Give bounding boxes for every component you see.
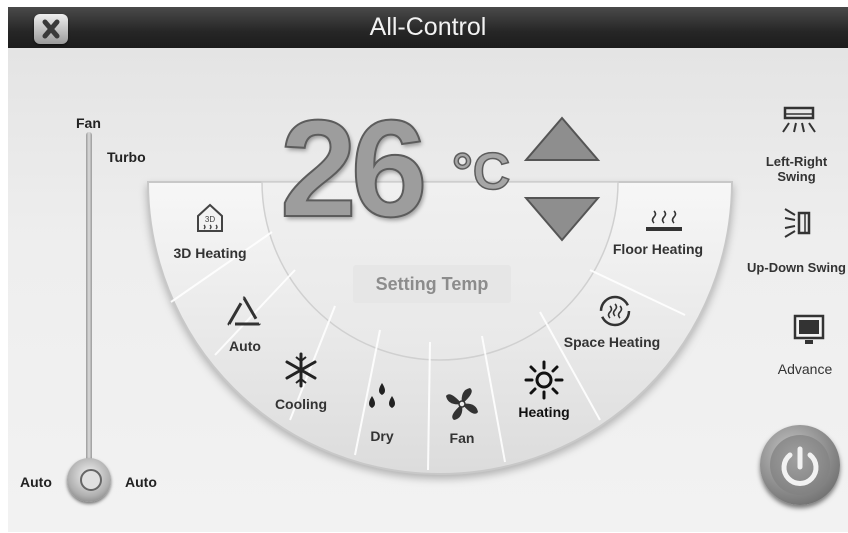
temperature-unit: °C	[451, 143, 511, 201]
mode-heating[interactable]: Heating	[506, 360, 582, 426]
fan-slider-track[interactable]	[86, 132, 92, 468]
left-right-swing-icon	[782, 106, 816, 133]
fan-icon	[446, 388, 478, 420]
floor-heating-icon	[646, 210, 682, 231]
left-right-swing-label: Left-Right Swing	[765, 154, 828, 184]
water-drops-icon	[369, 383, 395, 408]
fan-slider-left-label: Auto	[20, 474, 52, 490]
mode-space-heating-label: Space Heating	[563, 334, 661, 350]
3d-heating-icon: 3D	[197, 203, 223, 232]
mode-dry[interactable]: Dry	[352, 378, 412, 448]
mode-floor-heating[interactable]: Floor Heating	[608, 205, 708, 265]
temp-up-icon	[523, 116, 601, 161]
mode-floor-heating-label: Floor Heating	[612, 241, 704, 257]
temp-up-button[interactable]	[522, 115, 602, 165]
advance-button[interactable]: Advance	[755, 312, 848, 382]
mode-3d-heating[interactable]: 3D 3D Heating	[165, 198, 255, 268]
advance-label: Advance	[777, 361, 833, 377]
fan-slider-handle[interactable]	[67, 458, 111, 502]
power-icon	[781, 446, 819, 486]
svg-text:3D: 3D	[205, 215, 215, 224]
mode-3d-heating-label: 3D Heating	[173, 245, 247, 261]
mode-cooling[interactable]: Cooling	[266, 350, 336, 416]
temp-down-icon	[523, 197, 601, 242]
mode-heating-label: Heating	[518, 404, 570, 420]
fan-slider-top-label: Fan	[76, 115, 101, 131]
fan-slider-turbo-label: Turbo	[107, 149, 146, 165]
snowflake-icon	[285, 352, 317, 388]
mode-cooling-label: Cooling	[274, 396, 328, 412]
auto-mode-icon	[227, 296, 261, 326]
up-down-swing-button[interactable]: Up-Down Swing	[745, 205, 848, 275]
mode-fan-label: Fan	[449, 430, 475, 446]
space-heating-icon	[599, 295, 631, 327]
fan-slider-right-label: Auto	[125, 474, 157, 490]
mode-fan[interactable]: Fan	[430, 382, 494, 452]
up-down-swing-label: Up-Down Swing	[747, 260, 846, 275]
temperature-value: 26	[279, 92, 428, 246]
sun-icon	[524, 360, 564, 400]
up-down-swing-icon	[784, 208, 811, 238]
mode-auto[interactable]: Auto	[210, 292, 280, 358]
monitor-icon	[793, 314, 825, 344]
power-button[interactable]	[760, 425, 840, 505]
mode-space-heating[interactable]: Space Heating	[562, 292, 662, 358]
setting-temp-label: Setting Temp	[353, 265, 511, 303]
mode-dry-label: Dry	[370, 428, 394, 444]
temp-down-button[interactable]	[522, 193, 602, 243]
left-right-swing-button[interactable]: Left-Right Swing	[745, 104, 848, 184]
